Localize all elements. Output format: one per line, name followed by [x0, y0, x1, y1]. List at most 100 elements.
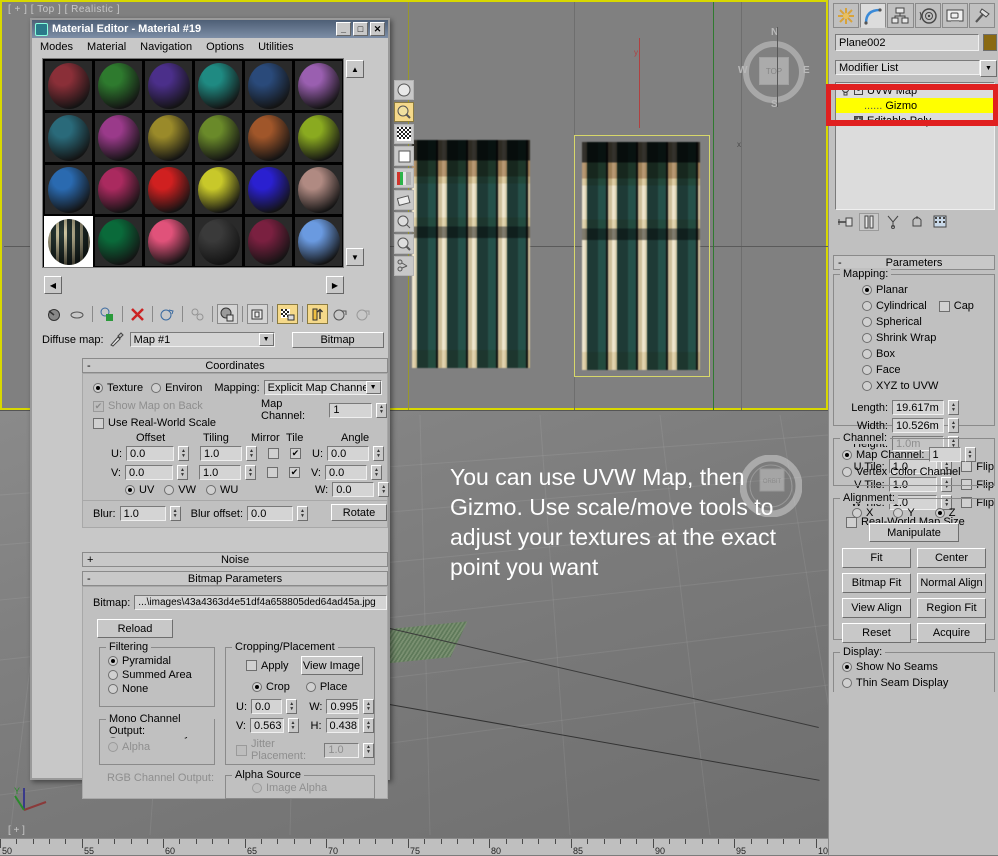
options-icon[interactable] — [394, 212, 414, 232]
map-channel-spinner[interactable]: ▲ ▼ — [964, 447, 976, 462]
utilities-tab[interactable] — [968, 3, 996, 28]
angle-v-field[interactable]: 0.0 — [325, 465, 367, 480]
width-field[interactable]: 10.526m — [892, 418, 944, 433]
use-real-world-scale-checkbox[interactable] — [93, 417, 104, 429]
map-channel-field[interactable]: 1 — [928, 447, 961, 462]
configure-modifier-sets-icon[interactable] — [931, 213, 951, 231]
modifier-stack-buttons[interactable] — [835, 212, 995, 232]
angle-u-spinner[interactable]: ▲ ▼ — [373, 446, 384, 461]
show-end-result-icon[interactable] — [859, 213, 879, 231]
thin-seam-display-radio[interactable] — [842, 678, 852, 688]
cap-checkbox[interactable] — [938, 300, 950, 312]
width-spinner[interactable]: ▲ ▼ — [948, 418, 959, 433]
blur-offset-field[interactable]: 0.0 — [247, 506, 294, 521]
map-channel-spinner[interactable]: ▲ ▼ — [376, 402, 387, 418]
background-checker-icon[interactable] — [394, 124, 414, 144]
make-preview-icon[interactable] — [394, 190, 414, 210]
minimize-button[interactable]: _ — [336, 22, 351, 36]
material-id-channel-icon[interactable] — [247, 304, 268, 324]
go-to-parent-icon[interactable] — [330, 304, 351, 324]
tiling-u-field[interactable]: 1.0 — [200, 446, 242, 461]
viewport-label-bottom[interactable]: [ + ] — [8, 825, 25, 836]
sample-slot[interactable] — [294, 112, 343, 163]
diffuse-map-row[interactable]: Diffuse map: Map #1 ▼ Bitmap — [42, 331, 384, 348]
uv-radio[interactable] — [125, 485, 135, 495]
chevron-down-icon[interactable]: ▼ — [980, 60, 997, 77]
sample-uv-tiling-icon[interactable] — [394, 146, 414, 166]
sample-slot[interactable] — [244, 164, 293, 215]
select-by-material-icon[interactable] — [394, 234, 414, 254]
noise-rollout[interactable]: + Noise — [82, 552, 388, 567]
sample-slot[interactable] — [94, 112, 143, 163]
crop-u-spinner[interactable]: ▲ ▼ — [286, 699, 298, 714]
crop-radio[interactable] — [252, 682, 262, 692]
blur-spinner[interactable]: ▲ ▼ — [169, 506, 181, 521]
tile-v-checkbox[interactable]: ✔ — [289, 467, 300, 478]
filtering-none-radio[interactable] — [108, 684, 118, 694]
modifier-stack[interactable]: - UVW Map ...... Gizmo + Editable Poly — [835, 82, 995, 210]
offset-v-field[interactable]: 0.0 — [125, 465, 173, 480]
view-image-button[interactable]: View Image — [300, 656, 363, 675]
sample-slot[interactable] — [294, 60, 343, 111]
normal-align-button[interactable]: Normal Align — [917, 573, 986, 593]
menu-options[interactable]: Options — [206, 41, 244, 53]
offset-u-field[interactable]: 0.0 — [126, 446, 174, 461]
chevron-down-icon[interactable]: ▼ — [365, 381, 381, 394]
place-radio[interactable] — [305, 682, 316, 692]
rotate-button[interactable]: Rotate — [331, 504, 387, 521]
display-tab[interactable] — [941, 3, 968, 28]
diffuse-map-name-field[interactable]: Map #1 ▼ — [129, 332, 275, 347]
noise-rollout-header[interactable]: + Noise — [82, 552, 388, 567]
view-cube-west[interactable]: W — [738, 65, 747, 76]
sample-slot[interactable] — [294, 164, 343, 215]
viewport-label-top[interactable]: [ + ] [ Top ] [ Realistic ] — [8, 4, 120, 15]
mapping-spherical-radio[interactable] — [862, 317, 872, 327]
menu-modes[interactable]: Modes — [40, 41, 73, 53]
collapse-icon[interactable]: - — [87, 573, 91, 585]
apply-checkbox[interactable] — [246, 660, 257, 671]
sample-slot[interactable] — [44, 60, 93, 111]
view-cube-face[interactable]: TOP — [759, 57, 789, 85]
mapping-box-radio[interactable] — [862, 349, 872, 359]
offset-v-spinner[interactable]: ▲ ▼ — [177, 465, 188, 480]
reload-button[interactable]: Reload — [97, 619, 173, 638]
make-unique-icon[interactable] — [883, 213, 903, 231]
filtering-summed-area-radio[interactable] — [108, 670, 118, 680]
angle-w-spinner[interactable]: ▲ ▼ — [378, 482, 390, 497]
sample-slots-grid[interactable] — [42, 58, 344, 268]
create-tab[interactable] — [833, 3, 860, 28]
mapping-cylindrical-radio[interactable] — [862, 301, 872, 311]
sample-slot[interactable] — [194, 164, 243, 215]
tiling-v-spinner[interactable]: ▲ ▼ — [245, 465, 256, 480]
assign-material-to-selection-icon[interactable] — [97, 304, 118, 324]
textured-plane-object-a[interactable] — [412, 140, 530, 368]
coordinates-rollout[interactable]: - Coordinates Texture Environ Mapping: E… — [82, 358, 390, 528]
get-material-icon[interactable] — [44, 304, 65, 324]
close-button[interactable]: ✕ — [370, 22, 385, 36]
sample-slot[interactable] — [194, 216, 243, 267]
tile-u-checkbox[interactable]: ✔ — [290, 448, 301, 459]
material-editor-titlebar[interactable]: Material Editor - Material #19 _ □ ✕ — [32, 20, 388, 38]
align-y-radio[interactable] — [893, 508, 904, 518]
motion-tab[interactable] — [914, 3, 941, 28]
crop-h-spinner[interactable]: ▲ ▼ — [363, 718, 374, 733]
selection-gizmo-bounds[interactable] — [574, 135, 710, 377]
sample-slot[interactable] — [94, 60, 143, 111]
stack-item-gizmo[interactable]: ...... Gizmo — [836, 98, 994, 113]
align-z-radio[interactable] — [934, 508, 945, 518]
mirror-v-checkbox[interactable] — [267, 467, 278, 478]
sample-slot[interactable] — [144, 216, 193, 267]
object-color-swatch[interactable] — [983, 34, 997, 51]
sample-slot[interactable] — [144, 164, 193, 215]
mapping-face-radio[interactable] — [862, 365, 872, 375]
offset-u-spinner[interactable]: ▲ ▼ — [178, 446, 189, 461]
map-channel-field[interactable]: 1 — [329, 402, 372, 418]
tiling-v-field[interactable]: 1.0 — [199, 465, 241, 480]
length-field[interactable]: 19.617m — [892, 400, 944, 415]
blur-field[interactable]: 1.0 — [119, 506, 166, 521]
hierarchy-tab[interactable] — [887, 3, 914, 28]
sample-slot[interactable] — [244, 112, 293, 163]
bitmap-path-field[interactable]: ...\images\43a4363d4e51df4a658805ded64ad… — [134, 595, 388, 610]
modifier-list-dropdown[interactable]: Modifier List ▼ — [835, 60, 997, 77]
material-editor-toolbar[interactable] — [44, 303, 384, 325]
